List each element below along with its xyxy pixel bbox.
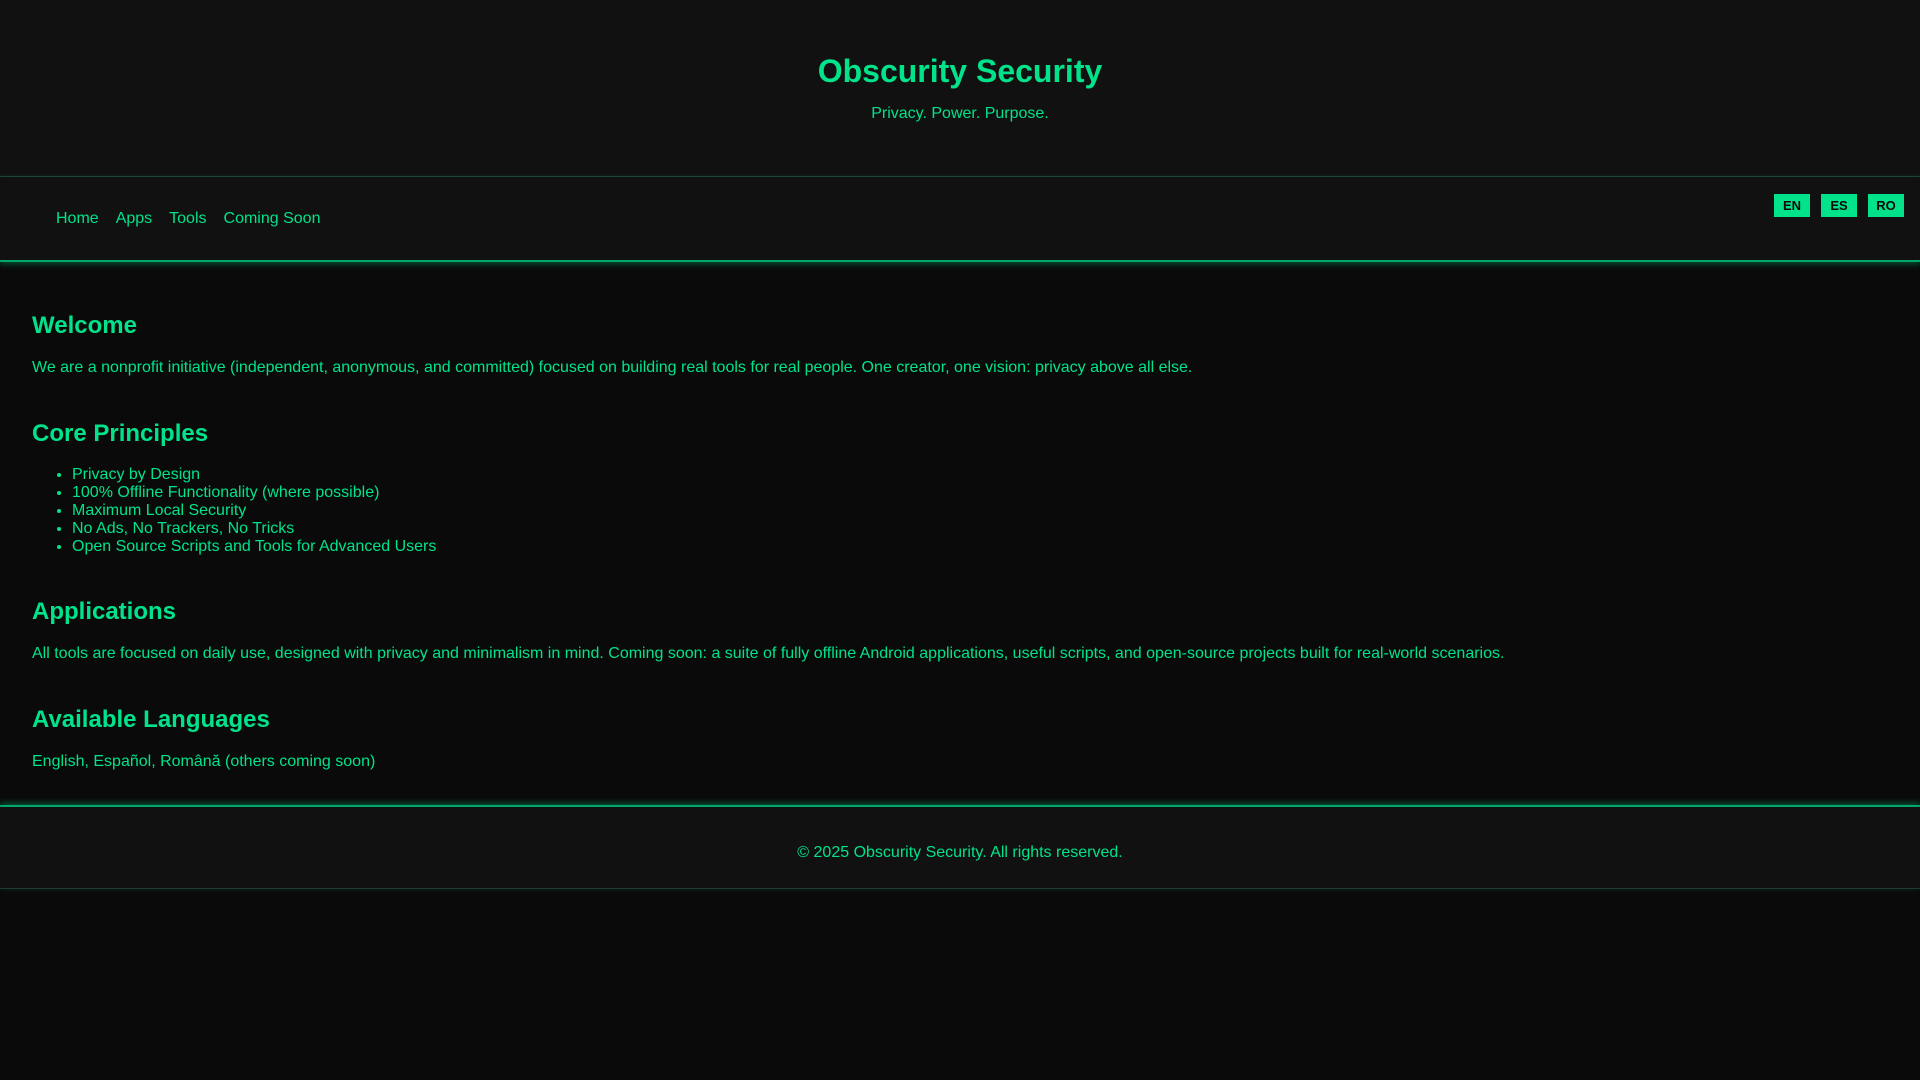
welcome-heading: Welcome [32, 312, 137, 339]
nav-link-tools[interactable]: Tools [169, 209, 206, 229]
site-footer: © 2025 Obscurity Security. All rights re… [0, 805, 1920, 889]
nav-links: Home Apps Tools Coming Soon [56, 209, 320, 229]
nav-link-apps[interactable]: Apps [116, 209, 152, 229]
list-item: No Ads, No Trackers, No Tricks [72, 520, 1888, 538]
nav-link-home[interactable]: Home [56, 209, 99, 229]
main-content: Welcome We are a nonprofit initiative (i… [0, 262, 1920, 805]
language-button-en[interactable]: EN [1774, 194, 1810, 217]
copyright-text: © 2025 Obscurity Security. All rights re… [797, 844, 1123, 861]
principles-heading: Core Principles [32, 420, 209, 447]
applications-section: Applications All tools are focused on da… [32, 598, 1888, 664]
nav-link-coming-soon[interactable]: Coming Soon [224, 209, 321, 229]
list-item: Privacy by Design [72, 466, 1888, 484]
site-title: Obscurity Security [817, 53, 1103, 89]
list-item: 100% Offline Functionality (where possib… [72, 484, 1888, 502]
languages-heading: Available Languages [32, 706, 270, 733]
language-switcher: EN ES RO [1774, 194, 1904, 217]
principles-list: Privacy by Design 100% Offline Functiona… [32, 466, 1888, 556]
language-button-es[interactable]: ES [1821, 194, 1857, 217]
list-item: Open Source Scripts and Tools for Advanc… [72, 538, 1888, 556]
site-header: Obscurity Security Privacy. Power. Purpo… [0, 0, 1920, 177]
languages-text: English, Español, Română (others coming … [32, 753, 376, 770]
applications-text: All tools are focused on daily use, desi… [32, 645, 1505, 662]
welcome-text: We are a nonprofit initiative (independe… [32, 359, 1193, 376]
languages-section: Available Languages English, Español, Ro… [32, 706, 1888, 772]
main-nav: Home Apps Tools Coming Soon EN ES RO [0, 177, 1920, 262]
site-tagline: Privacy. Power. Purpose. [871, 105, 1049, 122]
welcome-section: Welcome We are a nonprofit initiative (i… [32, 312, 1888, 378]
principles-section: Core Principles Privacy by Design 100% O… [32, 420, 1888, 556]
list-item: Maximum Local Security [72, 502, 1888, 520]
applications-heading: Applications [32, 598, 177, 625]
language-button-ro[interactable]: RO [1868, 194, 1904, 217]
